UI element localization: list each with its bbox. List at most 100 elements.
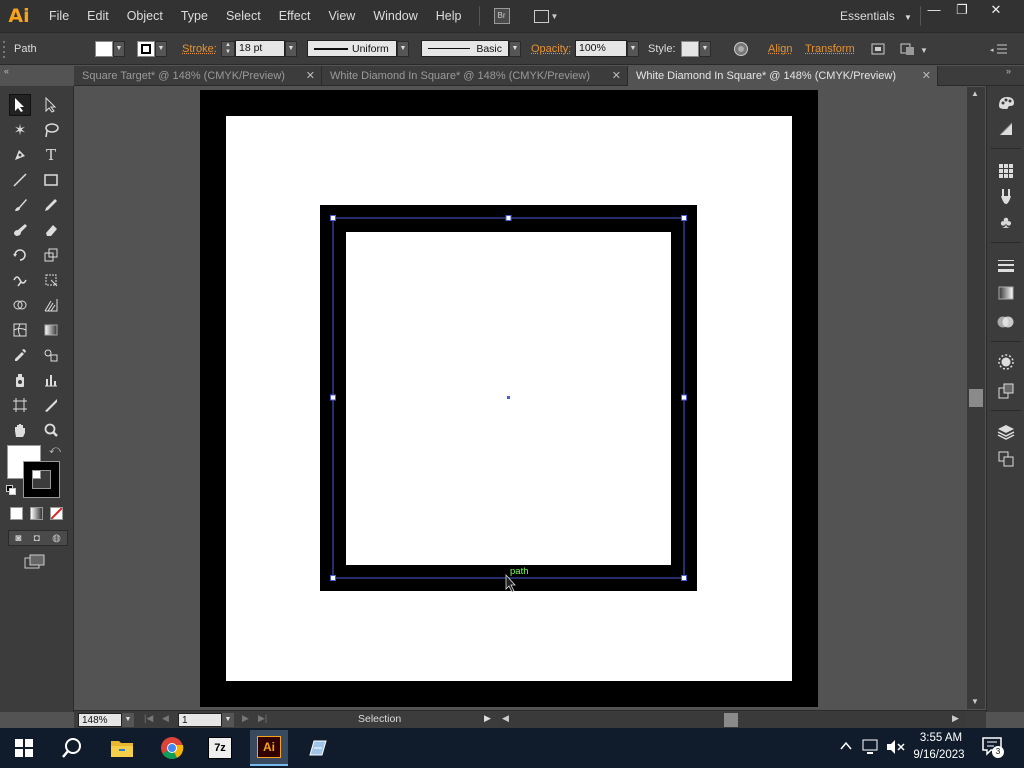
pen-tool-icon[interactable] (9, 144, 31, 166)
close-icon[interactable]: ✕ (612, 66, 621, 86)
notifications-icon[interactable]: 3 (982, 737, 1004, 760)
color-guide-icon[interactable] (996, 119, 1016, 139)
color-mode-icon[interactable] (10, 507, 23, 520)
stroke-weight-input[interactable]: 18 pt (235, 40, 285, 57)
eraser-tool-icon[interactable] (40, 219, 62, 241)
rectangle-tool-icon[interactable] (40, 169, 62, 191)
show-hidden-icons[interactable] (840, 740, 852, 755)
paintbrush-tool-icon[interactable] (9, 194, 31, 216)
profile-preview[interactable]: Uniform (307, 40, 397, 57)
perspective-grid-tool-icon[interactable] (40, 294, 62, 316)
close-icon[interactable]: ✕ (922, 66, 931, 86)
stroke-dropdown[interactable]: ▼ (155, 40, 167, 57)
arrange-documents-button[interactable]: ▼ (533, 8, 560, 24)
select-similar-icon[interactable]: ▼ (900, 33, 930, 64)
stroke-panel-icon[interactable] (996, 256, 1016, 276)
close-button[interactable]: ✕ (980, 0, 1012, 20)
isolate-icon[interactable] (870, 33, 886, 64)
chrome-icon[interactable] (156, 732, 188, 764)
windows-start-icon[interactable] (8, 732, 40, 764)
file-explorer-icon[interactable] (106, 732, 138, 764)
swap-fill-stroke-icon[interactable]: ⤺ (49, 444, 61, 457)
clock-time[interactable]: 3:55 AM (912, 732, 970, 744)
vertical-scroll-thumb[interactable] (969, 389, 983, 407)
zoom-input[interactable]: 148% (78, 713, 122, 727)
gradient-tool-icon[interactable] (40, 319, 62, 341)
stroke-weight-control[interactable]: ▲ ▼ 18 pt ▼ (221, 33, 297, 64)
7zip-icon[interactable]: 7z (204, 732, 236, 764)
draw-behind-icon[interactable]: ◘ (34, 533, 40, 544)
fill-dropdown[interactable]: ▼ (113, 40, 125, 57)
artboards-panel-icon[interactable] (996, 449, 1016, 469)
scroll-left-icon[interactable]: ◀ (502, 713, 509, 724)
opacity-input[interactable]: 100% (575, 40, 627, 57)
brush-preview[interactable]: Basic (421, 40, 509, 57)
artboard-number-input[interactable]: 1 (178, 713, 222, 727)
color-panel-icon[interactable] (996, 92, 1016, 112)
screen-mode-icon[interactable] (24, 554, 46, 573)
menu-window[interactable]: Window (364, 0, 426, 32)
opacity-dropdown[interactable]: ▼ (627, 40, 639, 57)
graphic-style-swatch[interactable] (681, 40, 699, 57)
stroke-color-control[interactable]: ▼ (137, 33, 167, 64)
menu-select[interactable]: Select (217, 0, 270, 32)
artboard-dropdown[interactable]: ▼ (222, 713, 234, 727)
warp-tool-icon[interactable] (9, 269, 31, 291)
menu-edit[interactable]: Edit (78, 0, 118, 32)
stroke-indicator[interactable] (23, 461, 60, 498)
vertical-scrollbar[interactable]: ▲ ▼ (967, 87, 985, 709)
fill-color-control[interactable]: ▼ (95, 33, 125, 64)
magic-wand-tool-icon[interactable]: ✶ (9, 119, 31, 141)
first-artboard-icon[interactable]: |◀ (144, 713, 153, 724)
blend-tool-icon[interactable] (40, 344, 62, 366)
default-fill-stroke-icon[interactable] (6, 485, 16, 495)
menu-type[interactable]: Type (172, 0, 217, 32)
tab-white-diamond-1[interactable]: White Diamond In Square* @ 148% (CMYK/Pr… (322, 66, 628, 86)
horizontal-scroll-thumb[interactable] (724, 713, 738, 727)
type-tool-icon[interactable]: T (40, 144, 62, 166)
menu-view[interactable]: View (319, 0, 364, 32)
close-icon[interactable]: ✕ (306, 66, 315, 86)
panel-menu-icon[interactable]: ◂ (990, 33, 1008, 64)
lasso-tool-icon[interactable] (40, 119, 62, 141)
graphic-style-dropdown[interactable]: ▼ (699, 40, 711, 57)
stroke-panel-link[interactable]: Stroke: (182, 33, 217, 64)
scroll-down-icon[interactable]: ▼ (971, 697, 979, 706)
appearance-panel-icon[interactable] (996, 352, 1016, 372)
bridge-button[interactable]: Br (493, 8, 510, 24)
tab-square-target[interactable]: Square Target* @ 148% (CMYK/Preview) ✕ (74, 66, 322, 86)
pencil-tool-icon[interactable] (40, 194, 62, 216)
network-app-icon[interactable] (302, 732, 334, 764)
menu-file[interactable]: File (40, 0, 78, 32)
menu-help[interactable]: Help (427, 0, 471, 32)
stroke-weight-stepper[interactable]: ▲ ▼ (221, 40, 235, 57)
opacity-panel-link[interactable]: Opacity: (531, 33, 571, 64)
last-artboard-icon[interactable]: ▶| (258, 713, 267, 724)
scroll-right-icon[interactable]: ▶ (952, 713, 959, 724)
menu-object[interactable]: Object (118, 0, 172, 32)
variable-width-profile[interactable]: Uniform ▼ (307, 33, 409, 64)
fill-swatch[interactable] (95, 40, 113, 57)
scale-tool-icon[interactable] (40, 244, 62, 266)
restore-button[interactable]: ❐ (946, 0, 978, 20)
eyedropper-tool-icon[interactable] (9, 344, 31, 366)
align-panel-link[interactable]: Align (768, 33, 792, 64)
rotate-tool-icon[interactable] (9, 244, 31, 266)
brush-definition[interactable]: Basic ▼ (421, 33, 521, 64)
mesh-tool-icon[interactable] (9, 319, 31, 341)
column-graph-tool-icon[interactable] (40, 369, 62, 391)
collapse-tools-icon[interactable]: « (4, 66, 9, 76)
profile-dropdown[interactable]: ▼ (397, 40, 409, 57)
tab-white-diamond-2[interactable]: White Diamond In Square* @ 148% (CMYK/Pr… (628, 66, 938, 86)
stroke-swatch[interactable] (137, 40, 155, 57)
selection-tool-icon[interactable] (9, 94, 31, 116)
canvas[interactable]: path (74, 87, 967, 709)
brushes-panel-icon[interactable] (996, 186, 1016, 206)
symbol-sprayer-tool-icon[interactable] (9, 369, 31, 391)
symbols-panel-icon[interactable]: ♣ (996, 213, 1016, 233)
menu-effect[interactable]: Effect (270, 0, 320, 32)
free-transform-tool-icon[interactable] (40, 269, 62, 291)
hand-tool-icon[interactable] (9, 419, 31, 441)
draw-normal-icon[interactable]: ◙ (15, 533, 21, 544)
artboard-tool-icon[interactable] (9, 394, 31, 416)
